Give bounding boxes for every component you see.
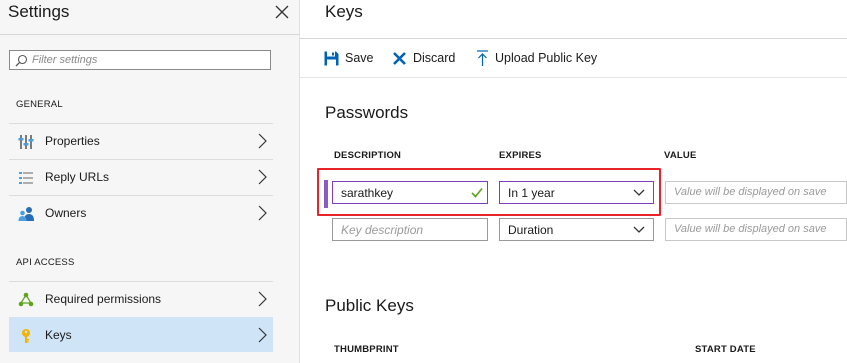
column-header-thumbprint: THUMBPRINT: [334, 344, 399, 355]
discard-icon: [393, 51, 406, 65]
value-placeholder: Value will be displayed on save: [674, 223, 827, 235]
chevron-right-icon: [258, 327, 267, 343]
sidebar-item-label: Properties: [45, 134, 100, 148]
filter-settings-input[interactable]: [32, 51, 264, 69]
save-icon: [324, 51, 339, 65]
owners-icon: [18, 207, 34, 221]
close-icon[interactable]: [272, 2, 292, 22]
api-access-section-label: API ACCESS: [16, 257, 75, 268]
sidebar-item-label: Owners: [45, 206, 87, 220]
settings-panel: Settings GENERAL Properties: [0, 0, 300, 363]
properties-icon: [18, 135, 34, 149]
key-description-input[interactable]: [341, 219, 481, 240]
value-field: Value will be displayed on save: [665, 181, 847, 204]
discard-button[interactable]: Discard: [392, 47, 455, 69]
search-icon: [15, 54, 28, 67]
key-icon: [22, 329, 30, 343]
permissions-icon: [18, 292, 34, 307]
sidebar-item-required-permissions[interactable]: Required permissions: [9, 281, 273, 316]
chevron-right-icon: [258, 205, 267, 221]
chevron-down-icon: [633, 226, 645, 233]
divider: [300, 38, 847, 39]
duration-dropdown[interactable]: Duration: [499, 218, 654, 241]
save-button[interactable]: Save: [324, 47, 374, 69]
page-title: Keys: [325, 2, 363, 21]
column-header-start-date: START DATE: [695, 344, 756, 355]
column-header-expires: EXPIRES: [499, 150, 542, 161]
discard-label: Discard: [413, 51, 456, 65]
sidebar-item-reply-urls[interactable]: Reply URLs: [9, 159, 273, 194]
upload-public-key-button[interactable]: Upload Public Key: [476, 47, 597, 69]
filter-settings-field[interactable]: [9, 50, 271, 70]
column-header-description: DESCRIPTION: [334, 150, 402, 161]
sidebar-item-owners[interactable]: Owners: [9, 195, 273, 230]
passwords-section-title: Passwords: [325, 103, 409, 122]
general-section-label: GENERAL: [16, 99, 63, 110]
key-description-field[interactable]: [332, 218, 488, 241]
duration-selected-value: Duration: [508, 223, 554, 237]
divider: [0, 34, 299, 35]
list-icon: [19, 172, 33, 184]
value-placeholder: Value will be displayed on save: [674, 186, 827, 198]
sidebar-item-properties[interactable]: Properties: [9, 123, 273, 158]
highlight-box: [317, 168, 661, 216]
sidebar-item-label: Required permissions: [45, 292, 162, 306]
public-keys-section-title: Public Keys: [325, 296, 414, 315]
column-header-value: VALUE: [664, 150, 697, 161]
sidebar-item-label: Keys: [45, 328, 72, 342]
upload-icon: [477, 49, 488, 66]
value-field: Value will be displayed on save: [665, 218, 847, 241]
upload-public-key-label: Upload Public Key: [495, 51, 598, 65]
divider: [300, 77, 847, 78]
chevron-right-icon: [258, 291, 267, 307]
chevron-right-icon: [258, 169, 267, 185]
chevron-right-icon: [258, 133, 267, 149]
sidebar-item-label: Reply URLs: [45, 170, 110, 184]
settings-title: Settings: [8, 2, 70, 21]
sidebar-item-keys[interactable]: Keys: [9, 317, 273, 352]
save-label: Save: [345, 51, 374, 65]
